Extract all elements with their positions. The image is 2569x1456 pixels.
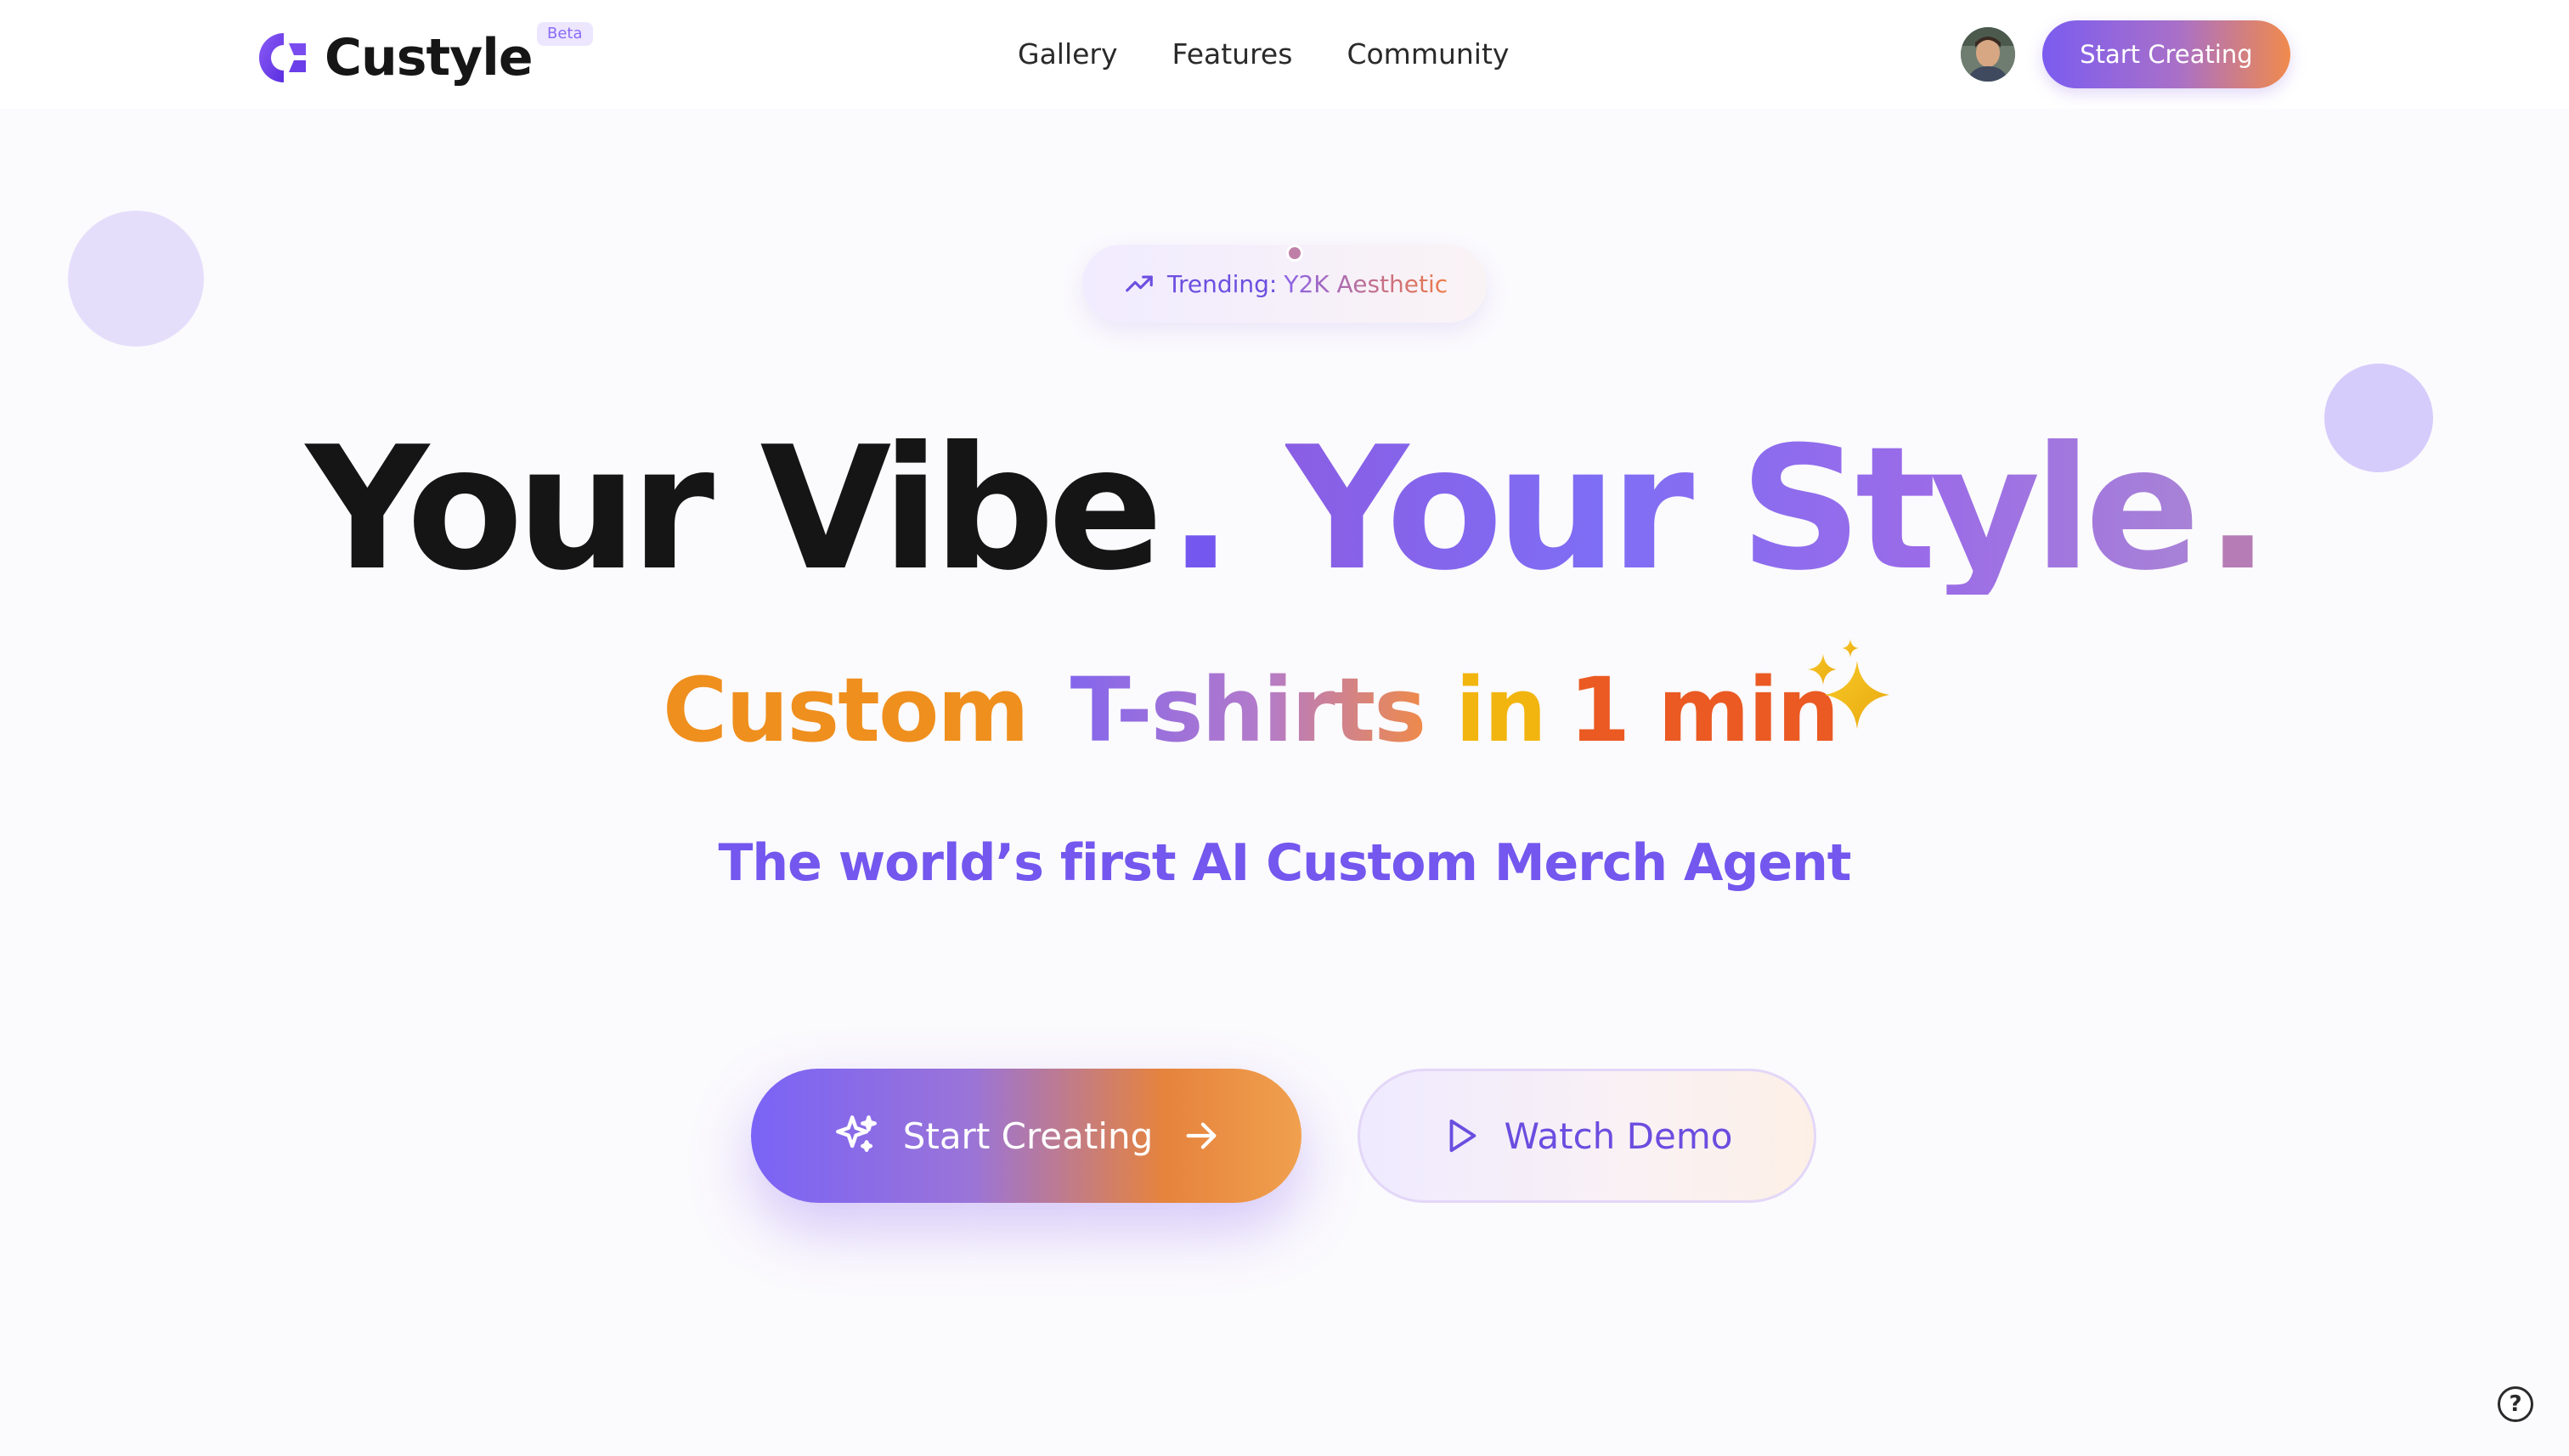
trending-value: Y2K Aesthetic bbox=[1284, 269, 1448, 298]
start-creating-button[interactable]: Start Creating bbox=[751, 1069, 1301, 1203]
avatar-icon bbox=[1961, 27, 2015, 82]
nav-item-gallery[interactable]: Gallery bbox=[1018, 34, 1118, 75]
play-icon bbox=[1449, 1119, 1476, 1153]
headline-your-vibe: Your Vibe bbox=[306, 410, 1163, 608]
main-nav: Gallery Features Community bbox=[1018, 34, 1509, 75]
headline-your-style: Your Style bbox=[1285, 410, 2200, 608]
hero-headline: Your Vibe . Your Style . bbox=[0, 408, 2569, 612]
trending-label: Trending: bbox=[1167, 269, 1278, 298]
subline-custom: Custom bbox=[663, 658, 1030, 762]
beta-badge: Beta bbox=[537, 22, 593, 46]
sparkles-icon bbox=[1808, 639, 1889, 729]
headline-dot-2: . bbox=[2205, 410, 2270, 608]
trending-indicator-dot bbox=[1286, 245, 1303, 262]
trending-up-icon bbox=[1126, 275, 1153, 292]
hero-subline: Custom T-shirts in 1 min bbox=[663, 658, 1839, 762]
headline-dot-1: . bbox=[1168, 410, 1233, 608]
nav-item-features[interactable]: Features bbox=[1172, 34, 1293, 75]
trending-pill[interactable]: Trending: Y2K Aesthetic bbox=[1082, 245, 1487, 323]
subline-tshirts: T-shirts bbox=[1070, 658, 1426, 762]
decorative-circle-left bbox=[68, 211, 204, 347]
header-start-creating-button[interactable]: Start Creating bbox=[2042, 20, 2290, 88]
page: Custyle Beta Gallery Features Community … bbox=[0, 0, 2569, 1456]
arrow-right-icon bbox=[1186, 1122, 1217, 1149]
custyle-logo-icon bbox=[258, 33, 306, 82]
hero-tagline: The world’s first AI Custom Merch Agent bbox=[718, 833, 1852, 893]
watch-demo-button[interactable]: Watch Demo bbox=[1358, 1069, 1816, 1203]
user-avatar[interactable] bbox=[1961, 27, 2015, 82]
top-header: Custyle Beta Gallery Features Community … bbox=[0, 0, 2569, 109]
subline-in: in bbox=[1455, 658, 1547, 762]
brand-logo[interactable]: Custyle bbox=[250, 25, 534, 90]
help-icon[interactable]: ? bbox=[2498, 1386, 2533, 1422]
nav-item-community[interactable]: Community bbox=[1347, 34, 1509, 75]
sparkle-icon bbox=[835, 1115, 877, 1153]
brand-name: Custyle bbox=[325, 28, 534, 87]
start-creating-label: Start Creating bbox=[902, 1115, 1154, 1157]
watch-demo-label: Watch Demo bbox=[1504, 1115, 1733, 1157]
